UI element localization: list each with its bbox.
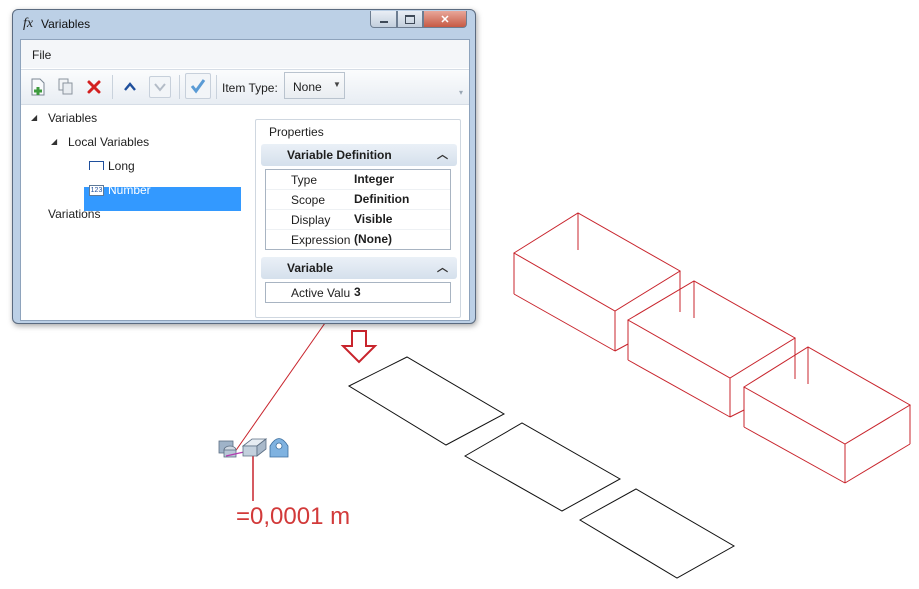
dimension-value: =0,0001 m bbox=[236, 503, 351, 530]
tree-item-variables[interactable]: ◢ Variables bbox=[21, 109, 221, 127]
flat-rect-2 bbox=[463, 422, 622, 512]
property-name: Display bbox=[291, 213, 331, 227]
copy-button[interactable] bbox=[55, 76, 77, 98]
section-title: Variable bbox=[287, 261, 334, 275]
close-icon: ✕ bbox=[440, 13, 450, 26]
property-row: Active Valu 3 bbox=[266, 283, 450, 302]
collapse-arrow-icon[interactable]: ◢ bbox=[51, 137, 57, 146]
toolbar-separator bbox=[179, 75, 180, 99]
toolbar-separator bbox=[216, 75, 217, 99]
menu-file[interactable]: File bbox=[32, 48, 51, 62]
title-bar[interactable]: fx Variables ✕ bbox=[13, 10, 475, 38]
collapse-arrow-icon[interactable]: ◢ bbox=[31, 113, 37, 122]
red-box-1 bbox=[513, 212, 681, 352]
section-variable[interactable]: Variable ︿ bbox=[261, 257, 457, 279]
tree-item-long[interactable]: Long bbox=[21, 157, 221, 175]
move-down-button[interactable] bbox=[149, 76, 171, 98]
tree-label-local-variables: Local Variables bbox=[68, 135, 150, 149]
down-arrow-icon bbox=[340, 330, 378, 364]
tree-label-variables: Variables bbox=[48, 111, 98, 125]
window-title: Variables bbox=[41, 17, 91, 31]
toolbar-grip-icon[interactable]: ▾ bbox=[459, 88, 463, 97]
variable-definition-grid: Type Integer Scope Definition Display Vi… bbox=[265, 169, 451, 250]
property-row: Display Visible bbox=[266, 210, 450, 230]
integer-variable-icon: 123 bbox=[89, 185, 104, 196]
property-value[interactable]: (None) bbox=[354, 232, 392, 246]
variable-grid: Active Valu 3 bbox=[265, 282, 451, 303]
active-value-field[interactable]: 3 bbox=[354, 285, 361, 299]
red-box-3 bbox=[743, 346, 911, 484]
toolbar: Item Type: None ▼ ▾ bbox=[21, 69, 469, 105]
red-box-2 bbox=[627, 280, 796, 418]
item-type-select[interactable]: None ▼ bbox=[284, 72, 345, 99]
property-name: Expression bbox=[291, 233, 351, 247]
tree-item-number[interactable]: 123 Number bbox=[21, 181, 241, 199]
minimize-button[interactable] bbox=[370, 11, 397, 28]
check-icon bbox=[190, 79, 206, 94]
anchor-icon bbox=[269, 438, 289, 458]
flat-rect-3 bbox=[578, 488, 736, 579]
tree-label-long: Long bbox=[108, 159, 135, 173]
distance-variable-icon bbox=[89, 161, 104, 170]
section-title: Variable Definition bbox=[287, 148, 392, 162]
property-row: Type Integer bbox=[266, 170, 450, 190]
flat-rect-1 bbox=[347, 356, 506, 446]
item-type-value: None bbox=[293, 80, 322, 94]
tree-label-number: Number bbox=[108, 183, 151, 197]
dropdown-arrow-icon: ▼ bbox=[333, 80, 341, 89]
tree-item-variations[interactable]: Variations bbox=[21, 205, 221, 223]
menu-bar: File bbox=[21, 40, 469, 68]
maximize-icon bbox=[405, 14, 415, 24]
variables-window: fx Variables ✕ File Item Type: None ▼ ▾ … bbox=[12, 9, 476, 324]
maximize-button[interactable] bbox=[397, 11, 423, 28]
property-name: Scope bbox=[291, 193, 326, 207]
fx-icon: fx bbox=[23, 16, 34, 31]
extrude-icon bbox=[241, 438, 268, 457]
tree-label-variations: Variations bbox=[48, 207, 101, 221]
apply-button[interactable] bbox=[185, 73, 211, 99]
toolbar-separator bbox=[112, 75, 113, 99]
move-down-icon bbox=[154, 83, 166, 92]
new-variable-button[interactable] bbox=[27, 76, 49, 98]
close-button[interactable]: ✕ bbox=[423, 11, 467, 28]
new-variable-icon bbox=[31, 78, 45, 96]
property-name: Active Valu bbox=[291, 286, 351, 300]
item-type-label: Item Type: bbox=[222, 81, 278, 95]
property-row: Expression (None) bbox=[266, 230, 450, 249]
move-up-button[interactable] bbox=[119, 76, 141, 98]
property-value[interactable]: Visible bbox=[354, 212, 392, 226]
property-row: Scope Definition bbox=[266, 190, 450, 210]
delete-icon bbox=[87, 80, 101, 94]
properties-title: Properties bbox=[269, 125, 324, 139]
property-name: Type bbox=[291, 173, 318, 187]
property-value[interactable]: Integer bbox=[354, 172, 394, 186]
section-variable-definition[interactable]: Variable Definition ︿ bbox=[261, 144, 457, 166]
minimize-icon bbox=[379, 21, 388, 23]
tree-item-local-variables[interactable]: ◢ Local Variables bbox=[21, 133, 221, 151]
property-value[interactable]: Definition bbox=[354, 192, 409, 206]
move-up-icon bbox=[124, 82, 136, 91]
window-client: File Item Type: None ▼ ▾ ◢ Variables ◢ L… bbox=[20, 39, 470, 321]
chevron-up-icon[interactable]: ︿ bbox=[437, 259, 448, 275]
delete-button[interactable] bbox=[83, 76, 105, 98]
copy-icon bbox=[58, 78, 73, 95]
variables-tree: ◢ Variables ◢ Local Variables Long 123 N… bbox=[21, 104, 251, 316]
chevron-up-icon[interactable]: ︿ bbox=[437, 146, 448, 162]
